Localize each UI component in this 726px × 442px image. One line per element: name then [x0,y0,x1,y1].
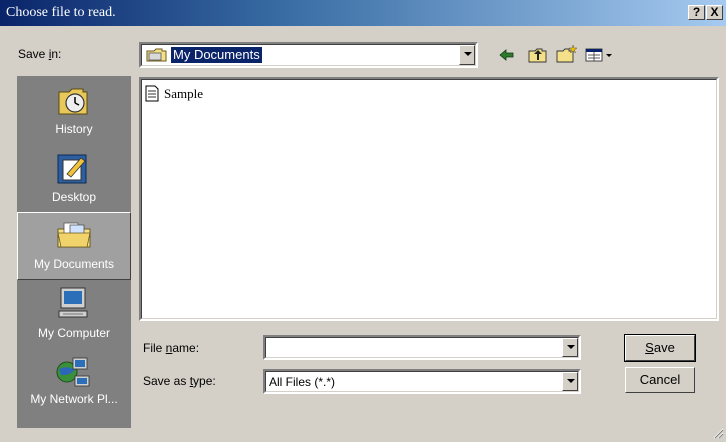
place-my-documents[interactable]: My Documents [17,212,131,280]
place-label-network: My Network Pl... [30,392,118,406]
resize-grip-icon[interactable] [712,427,724,439]
history-icon [53,82,93,120]
network-places-icon [53,352,93,390]
new-folder-icon[interactable] [556,44,578,64]
save-button[interactable]: Save [624,334,696,362]
place-history[interactable]: History [17,78,131,146]
filetype-label-prefix: Save as [143,374,190,388]
my-computer-icon [53,286,93,324]
filename-label-prefix: File [143,341,166,355]
lookin-combo[interactable]: My Documents [139,42,478,68]
save-button-accel: S [645,340,654,355]
file-dialog: Choose file to read. ? X Save in: My Doc… [0,0,726,441]
close-button[interactable]: X [706,5,723,20]
filetype-value: All Files (*.*) [269,375,336,389]
desktop-icon [53,150,93,188]
lookin-label: Save in: [18,47,61,61]
place-my-computer[interactable]: My Computer [17,282,131,350]
filename-input[interactable] [263,335,581,360]
folder-icon [146,47,168,63]
places-bar: History Desktop My Documents My Computer… [17,76,131,428]
filename-label-suffix: ame: [172,341,200,355]
text-file-icon [145,85,159,102]
cancel-button[interactable]: Cancel [625,367,695,393]
filetype-label: Save as type: [143,374,216,388]
filetype-label-suffix: ype: [193,374,216,388]
help-button[interactable]: ? [688,5,705,20]
place-network[interactable]: My Network Pl... [17,348,131,416]
file-name-sample: Sample [164,86,203,101]
place-label-desktop: Desktop [51,190,97,204]
title-bar[interactable]: Choose file to read. ? X [0,0,726,26]
filename-label: File name: [143,341,199,355]
file-list[interactable]: Sample [139,77,719,321]
my-documents-icon [54,217,94,255]
lookin-label-suffix: n: [51,47,62,61]
up-folder-icon[interactable] [528,46,548,64]
place-label-my-computer: My Computer [37,326,111,340]
place-label-my-documents: My Documents [33,257,115,271]
place-desktop[interactable]: Desktop [17,146,131,214]
save-button-label: ave [653,340,675,355]
lookin-dropdown-button[interactable] [459,45,475,65]
dialog-title: Choose file to read. [6,5,116,20]
filetype-select[interactable]: All Files (*.*) [263,369,581,394]
lookin-label-prefix: Save [18,47,49,61]
view-menu-icon[interactable] [585,47,615,63]
place-label-history: History [55,122,93,136]
back-arrow-icon[interactable] [498,47,516,63]
filetype-dropdown-button[interactable] [562,372,578,391]
lookin-value: My Documents [171,47,262,63]
filename-dropdown-button[interactable] [562,338,578,357]
